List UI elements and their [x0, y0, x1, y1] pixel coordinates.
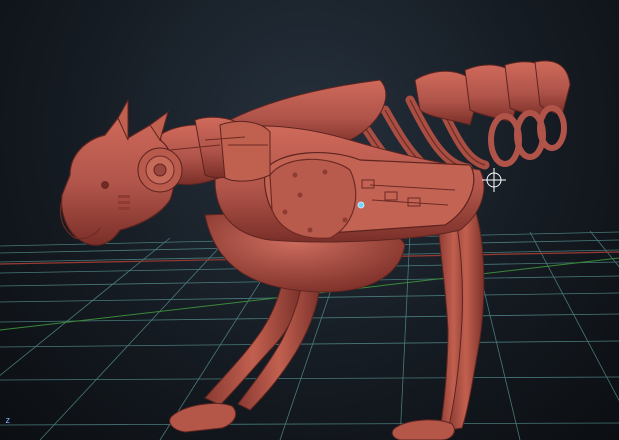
axis-indicator-z: z: [5, 416, 11, 426]
hind-paw: [391, 419, 455, 440]
crosshair-icon: [482, 168, 506, 192]
pivot-point-icon[interactable]: [357, 201, 365, 209]
viewport-scene[interactable]: [0, 0, 619, 440]
front-paw: [169, 402, 237, 433]
shoulder-hatch: [269, 158, 357, 239]
head-gear: [137, 147, 183, 193]
3d-viewport[interactable]: z: [0, 0, 619, 440]
